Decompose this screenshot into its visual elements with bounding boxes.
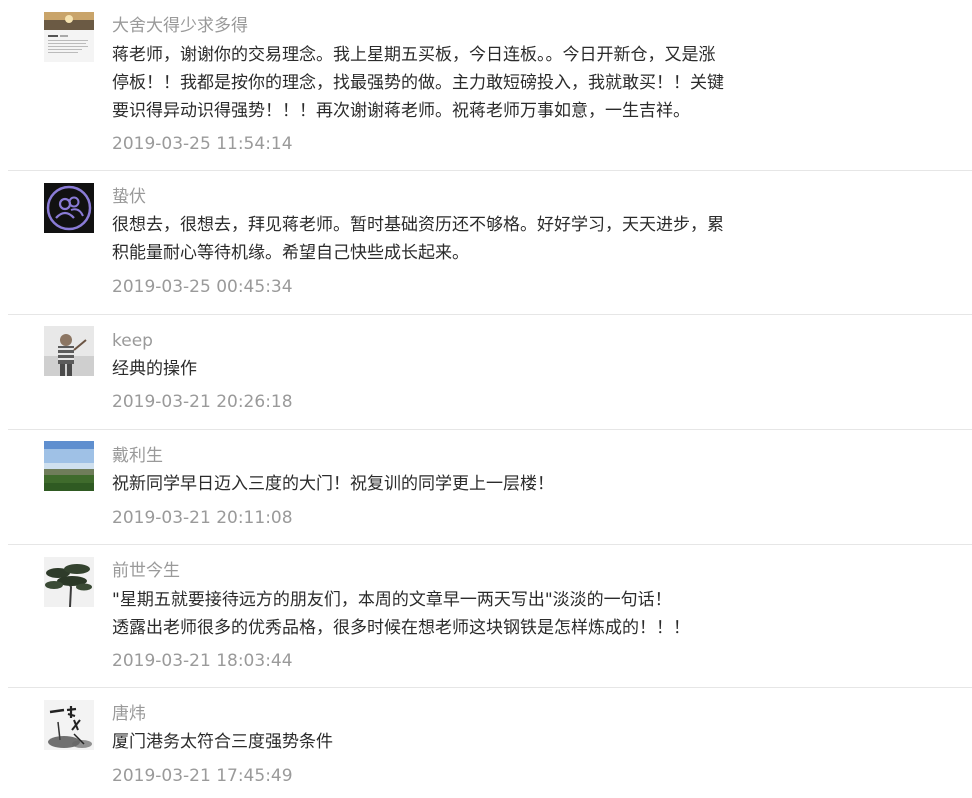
comment-author[interactable]: 唐炜 bbox=[112, 703, 146, 725]
comment-text-line: 很想去，很想去，拜见蒋老师。暂时基础资历还不够格。好好学习，天天进步，累 bbox=[112, 215, 724, 235]
comment-author[interactable]: keep bbox=[112, 330, 153, 352]
comment-text: 蒋老师，谢谢你的交易理念。我上星期五买板，今日连板。。今日开新仓，又是涨 停板！… bbox=[112, 41, 724, 125]
comment-text-line: 停板！！我都是按你的理念，找最强势的做。主力敢短磅投入，我就敢买！！关键 bbox=[112, 73, 724, 93]
default-user-avatar bbox=[44, 183, 94, 233]
person-photo-avatar bbox=[44, 326, 94, 376]
calligraphy-sword-avatar bbox=[44, 700, 94, 750]
comment-text-line: 透露出老师很多的优秀品格，很多时候在想老师这块钢铁是怎样炼成的！！！ bbox=[112, 618, 690, 638]
comment-text-line: 厦门港务太符合三度强势条件 bbox=[112, 732, 333, 752]
comment-text-line: 蒋老师，谢谢你的交易理念。我上星期五买板，今日连板。。今日开新仓，又是涨 bbox=[112, 45, 716, 65]
avatar[interactable] bbox=[44, 183, 94, 233]
comment-item: 大舍大得少求多得 蒋老师，谢谢你的交易理念。我上星期五买板，今日连板。。今日开新… bbox=[0, 0, 972, 170]
comment-item: 蛰伏 很想去，很想去，拜见蒋老师。暂时基础资历还不够格。好好学习，天天进步，累 … bbox=[0, 171, 972, 314]
comment-text-line: "星期五就要接待远方的朋友们，本周的文章早一两天写出"淡淡的一句话！ bbox=[112, 590, 672, 610]
comment-author[interactable]: 大舍大得少求多得 bbox=[112, 15, 248, 37]
comment-timestamp: 2019-03-21 17:45:49 bbox=[112, 766, 293, 786]
comment-text-line: 积能量耐心等待机缘。希望自己快些成长起来。 bbox=[112, 243, 469, 263]
sky-landscape-avatar bbox=[44, 441, 94, 491]
comment-timestamp: 2019-03-21 18:03:44 bbox=[112, 651, 293, 671]
avatar[interactable] bbox=[44, 441, 94, 491]
landscape-with-text-avatar bbox=[44, 12, 94, 62]
comment-item: 前世今生 "星期五就要接待远方的朋友们，本周的文章早一两天写出"淡淡的一句话！ … bbox=[0, 545, 972, 687]
comment-timestamp: 2019-03-25 00:45:34 bbox=[112, 277, 293, 297]
comment-text: 经典的操作 bbox=[112, 355, 197, 383]
comment-author[interactable]: 戴利生 bbox=[112, 445, 163, 467]
comment-text: 很想去，很想去，拜见蒋老师。暂时基础资历还不够格。好好学习，天天进步，累 积能量… bbox=[112, 211, 724, 267]
comment-timestamp: 2019-03-21 20:11:08 bbox=[112, 508, 293, 528]
comment-item: keep 经典的操作 2019-03-21 20:26:18 bbox=[0, 315, 972, 429]
comment-text-line: 经典的操作 bbox=[112, 359, 197, 379]
comment-author[interactable]: 前世今生 bbox=[112, 560, 180, 582]
avatar[interactable] bbox=[44, 326, 94, 376]
avatar[interactable] bbox=[44, 12, 94, 62]
comment-timestamp: 2019-03-25 11:54:14 bbox=[112, 134, 293, 154]
avatar[interactable] bbox=[44, 557, 94, 607]
pine-tree-avatar bbox=[44, 557, 94, 607]
comment-text-line: 要识得异动识得强势！！！再次谢谢蒋老师。祝蒋老师万事如意，一生吉祥。 bbox=[112, 101, 690, 121]
comment-item: 戴利生 祝新同学早日迈入三度的大门！祝复训的同学更上一层楼！ 2019-03-2… bbox=[0, 430, 972, 544]
comment-item: 唐炜 厦门港务太符合三度强势条件 2019-03-21 17:45:49 bbox=[0, 688, 972, 798]
comment-text-line: 祝新同学早日迈入三度的大门！祝复训的同学更上一层楼！ bbox=[112, 474, 554, 494]
comment-author[interactable]: 蛰伏 bbox=[112, 186, 146, 208]
avatar[interactable] bbox=[44, 700, 94, 750]
comment-text: 厦门港务太符合三度强势条件 bbox=[112, 728, 333, 756]
comment-timestamp: 2019-03-21 20:26:18 bbox=[112, 392, 293, 412]
comment-text: "星期五就要接待远方的朋友们，本周的文章早一两天写出"淡淡的一句话！ 透露出老师… bbox=[112, 586, 690, 642]
comment-text: 祝新同学早日迈入三度的大门！祝复训的同学更上一层楼！ bbox=[112, 470, 554, 498]
